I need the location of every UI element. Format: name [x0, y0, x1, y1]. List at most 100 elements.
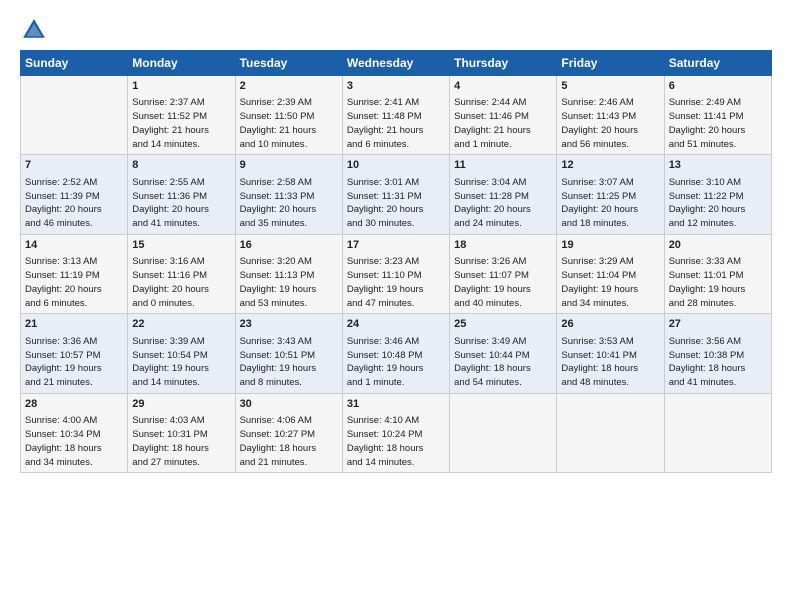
day-number: 15 [132, 238, 230, 253]
day-number: 8 [132, 158, 230, 173]
day-cell: 1 Sunrise: 2:37 AMSunset: 11:52 PMDayligh… [128, 76, 235, 155]
day-cell [664, 393, 771, 472]
day-cell: 7 Sunrise: 2:52 AMSunset: 11:39 PMDayligh… [21, 155, 128, 234]
day-cell [450, 393, 557, 472]
day-info: Sunrise: 2:41 AMSunset: 11:48 PMDaylight… [347, 96, 445, 151]
day-number: 1 [132, 79, 230, 94]
week-row-0: 1 Sunrise: 2:37 AMSunset: 11:52 PMDayligh… [21, 76, 772, 155]
logo-icon [20, 16, 48, 44]
day-cell: 4Sunrise: 2:44 AMSunset: 11:46 PMDayligh… [450, 76, 557, 155]
day-number: 11 [454, 158, 552, 173]
week-row-1: 7 Sunrise: 2:52 AMSunset: 11:39 PMDayligh… [21, 155, 772, 234]
col-header-friday: Friday [557, 51, 664, 76]
day-cell: 26 Sunrise: 3:53 AMSunset: 10:41 PMDaylig… [557, 314, 664, 393]
day-info: Sunrise: 3:56 AMSunset: 10:38 PMDaylight… [669, 335, 767, 390]
day-number: 4 [454, 79, 552, 94]
day-info: Sunrise: 3:07 AMSunset: 11:25 PMDaylight… [561, 176, 659, 231]
day-number: 24 [347, 317, 445, 332]
day-number: 7 [25, 158, 123, 173]
day-info: Sunrise: 3:23 AMSunset: 11:10 PMDaylight… [347, 255, 445, 310]
day-info: Sunrise: 3:39 AMSunset: 10:54 PMDaylight… [132, 335, 230, 390]
day-number: 30 [240, 397, 338, 412]
day-info: Sunrise: 3:36 AMSunset: 10:57 PMDaylight… [25, 335, 123, 390]
day-cell: 22 Sunrise: 3:39 AMSunset: 10:54 PMDaylig… [128, 314, 235, 393]
calendar-table: SundayMondayTuesdayWednesdayThursdayFrid… [20, 50, 772, 473]
day-cell: 2Sunrise: 2:39 AMSunset: 11:50 PMDayligh… [235, 76, 342, 155]
day-number: 31 [347, 397, 445, 412]
day-cell: 23 Sunrise: 3:43 AMSunset: 10:51 PMDaylig… [235, 314, 342, 393]
day-number: 29 [132, 397, 230, 412]
day-info: Sunrise: 4:10 AMSunset: 10:24 PMDaylight… [347, 414, 445, 469]
day-info: Sunrise: 3:46 AMSunset: 10:48 PMDaylight… [347, 335, 445, 390]
day-info: Sunrise: 3:53 AMSunset: 10:41 PMDaylight… [561, 335, 659, 390]
day-cell: 19Sunrise: 3:29 AMSunset: 11:04 PMDaylig… [557, 234, 664, 313]
day-cell [21, 76, 128, 155]
day-number: 12 [561, 158, 659, 173]
col-header-thursday: Thursday [450, 51, 557, 76]
day-number: 25 [454, 317, 552, 332]
day-cell: 13 Sunrise: 3:10 AMSunset: 11:22 PMDaylig… [664, 155, 771, 234]
day-cell: 17 Sunrise: 3:23 AMSunset: 11:10 PMDaylig… [342, 234, 449, 313]
day-info: Sunrise: 4:03 AMSunset: 10:31 PMDaylight… [132, 414, 230, 469]
day-info: Sunrise: 3:49 AMSunset: 10:44 PMDaylight… [454, 335, 552, 390]
col-header-sunday: Sunday [21, 51, 128, 76]
header-row: SundayMondayTuesdayWednesdayThursdayFrid… [21, 51, 772, 76]
day-number: 17 [347, 238, 445, 253]
day-cell: 10 Sunrise: 3:01 AMSunset: 11:31 PMDaylig… [342, 155, 449, 234]
day-cell: 18 Sunrise: 3:26 AMSunset: 11:07 PMDaylig… [450, 234, 557, 313]
week-row-2: 14 Sunrise: 3:13 AMSunset: 11:19 PMDaylig… [21, 234, 772, 313]
day-cell: 30Sunrise: 4:06 AMSunset: 10:27 PMDaylig… [235, 393, 342, 472]
header [20, 16, 772, 44]
day-cell: 6Sunrise: 2:49 AMSunset: 11:41 PMDayligh… [664, 76, 771, 155]
day-info: Sunrise: 3:01 AMSunset: 11:31 PMDaylight… [347, 176, 445, 231]
day-cell: 12 Sunrise: 3:07 AMSunset: 11:25 PMDaylig… [557, 155, 664, 234]
day-number: 6 [669, 79, 767, 94]
day-number: 5 [561, 79, 659, 94]
day-number: 13 [669, 158, 767, 173]
day-cell: 9 Sunrise: 2:58 AMSunset: 11:33 PMDayligh… [235, 155, 342, 234]
day-info: Sunrise: 3:26 AMSunset: 11:07 PMDaylight… [454, 255, 552, 310]
day-cell: 28Sunrise: 4:00 AMSunset: 10:34 PMDaylig… [21, 393, 128, 472]
week-row-3: 21 Sunrise: 3:36 AMSunset: 10:57 PMDaylig… [21, 314, 772, 393]
day-number: 27 [669, 317, 767, 332]
day-info: Sunrise: 3:13 AMSunset: 11:19 PMDaylight… [25, 255, 123, 310]
day-cell: 29 Sunrise: 4:03 AMSunset: 10:31 PMDaylig… [128, 393, 235, 472]
day-info: Sunrise: 3:43 AMSunset: 10:51 PMDaylight… [240, 335, 338, 390]
day-info: Sunrise: 3:16 AMSunset: 11:16 PMDaylight… [132, 255, 230, 310]
day-info: Sunrise: 2:46 AMSunset: 11:43 PMDaylight… [561, 96, 659, 151]
day-info: Sunrise: 2:58 AMSunset: 11:33 PMDaylight… [240, 176, 338, 231]
day-number: 22 [132, 317, 230, 332]
day-info: Sunrise: 2:52 AMSunset: 11:39 PMDaylight… [25, 176, 123, 231]
day-info: Sunrise: 3:20 AMSunset: 11:13 PMDaylight… [240, 255, 338, 310]
day-number: 3 [347, 79, 445, 94]
week-row-4: 28Sunrise: 4:00 AMSunset: 10:34 PMDaylig… [21, 393, 772, 472]
day-cell: 31 Sunrise: 4:10 AMSunset: 10:24 PMDaylig… [342, 393, 449, 472]
day-number: 23 [240, 317, 338, 332]
day-info: Sunrise: 3:10 AMSunset: 11:22 PMDaylight… [669, 176, 767, 231]
day-cell: 3 Sunrise: 2:41 AMSunset: 11:48 PMDayligh… [342, 76, 449, 155]
day-cell: 14 Sunrise: 3:13 AMSunset: 11:19 PMDaylig… [21, 234, 128, 313]
day-info: Sunrise: 2:37 AMSunset: 11:52 PMDaylight… [132, 96, 230, 151]
col-header-wednesday: Wednesday [342, 51, 449, 76]
day-cell: 21 Sunrise: 3:36 AMSunset: 10:57 PMDaylig… [21, 314, 128, 393]
day-number: 21 [25, 317, 123, 332]
day-cell: 27 Sunrise: 3:56 AMSunset: 10:38 PMDaylig… [664, 314, 771, 393]
day-number: 2 [240, 79, 338, 94]
day-number: 9 [240, 158, 338, 173]
col-header-tuesday: Tuesday [235, 51, 342, 76]
day-number: 10 [347, 158, 445, 173]
day-cell: 5 Sunrise: 2:46 AMSunset: 11:43 PMDayligh… [557, 76, 664, 155]
page: SundayMondayTuesdayWednesdayThursdayFrid… [0, 0, 792, 612]
day-number: 16 [240, 238, 338, 253]
day-number: 26 [561, 317, 659, 332]
day-info: Sunrise: 3:29 AMSunset: 11:04 PMDaylight… [561, 255, 659, 310]
day-info: Sunrise: 2:55 AMSunset: 11:36 PMDaylight… [132, 176, 230, 231]
logo [20, 16, 52, 44]
day-cell: 16 Sunrise: 3:20 AMSunset: 11:13 PMDaylig… [235, 234, 342, 313]
day-number: 14 [25, 238, 123, 253]
col-header-saturday: Saturday [664, 51, 771, 76]
day-info: Sunrise: 3:04 AMSunset: 11:28 PMDaylight… [454, 176, 552, 231]
col-header-monday: Monday [128, 51, 235, 76]
day-cell: 11 Sunrise: 3:04 AMSunset: 11:28 PMDaylig… [450, 155, 557, 234]
day-number: 18 [454, 238, 552, 253]
